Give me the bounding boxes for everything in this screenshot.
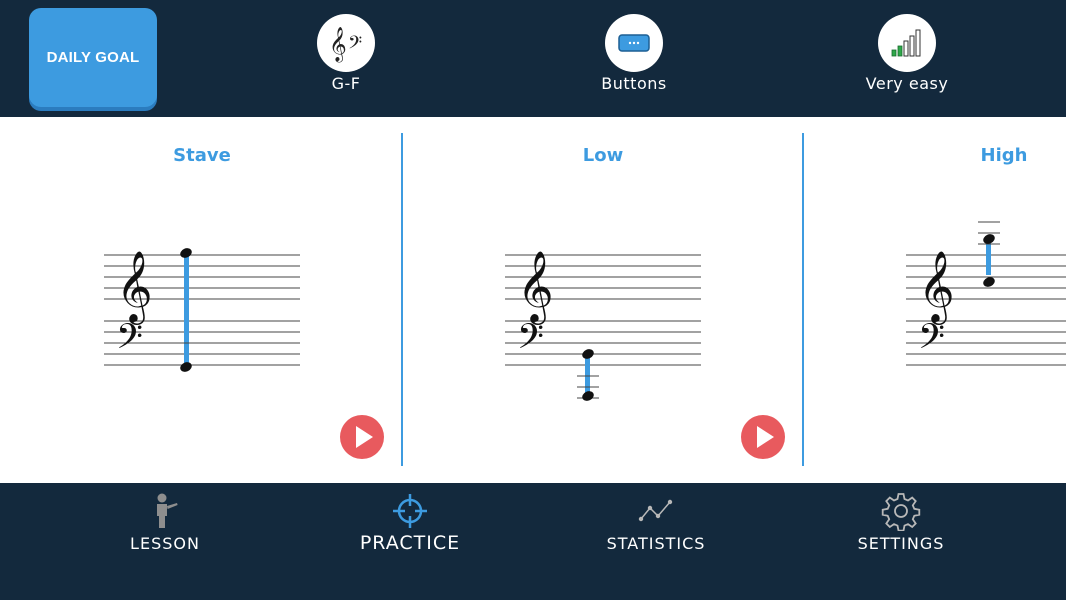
low-note-handle[interactable]: [179, 360, 194, 373]
nav-lesson[interactable]: LESSON: [85, 483, 245, 600]
difficulty-bars-icon: [878, 14, 936, 72]
difficulty-option[interactable]: Very easy: [827, 14, 987, 104]
panel-title-stave: Stave: [173, 145, 231, 166]
daily-goal-label: DAILY GOAL: [46, 49, 140, 66]
nav-label: SETTINGS: [857, 534, 945, 553]
daily-goal-button[interactable]: DAILY GOAL: [29, 8, 157, 107]
gear-icon: [881, 493, 921, 531]
high-note-handle[interactable]: [179, 246, 194, 259]
bass-clef-icon: 𝄢: [517, 316, 544, 365]
nav-settings[interactable]: SETTINGS: [821, 483, 981, 600]
high-note-handle[interactable]: [581, 347, 596, 360]
low-range-stave[interactable]: 𝄞 𝄢: [501, 237, 711, 417]
bottom-nav: LESSON PRACTICE STATISTICS SETTINGS: [0, 483, 1066, 600]
panel-title-high: High: [980, 145, 1028, 166]
clefs-icon: 𝄞 𝄢: [317, 14, 375, 72]
line-chart-icon: [638, 499, 673, 522]
stave-range-stave[interactable]: 𝄞 𝄢: [100, 237, 310, 377]
high-range-stave[interactable]: 𝄞 𝄢: [902, 211, 1066, 377]
bass-clef-icon: 𝄢: [116, 316, 143, 365]
bass-clef-icon: 𝄢: [918, 316, 945, 365]
range-panels: Stave 𝄞 𝄢 Low 𝄞 𝄢 High 𝄞 𝄢: [0, 117, 1066, 483]
input-mode-option[interactable]: Buttons: [554, 14, 714, 104]
treble-clef-icon: 𝄞: [918, 249, 955, 325]
range-bar: [184, 255, 189, 365]
treble-clef-icon: 𝄞: [517, 249, 554, 325]
range-bar: [585, 355, 590, 395]
panel-divider: [802, 133, 804, 466]
difficulty-label: Very easy: [865, 74, 949, 93]
play-icon: [356, 426, 373, 448]
panel-title-low: Low: [582, 145, 624, 166]
buttons-icon: [605, 14, 663, 72]
crosshair-icon: [393, 494, 427, 528]
clef-range-label: G-F: [331, 74, 361, 93]
svg-text:𝄢: 𝄢: [348, 33, 362, 58]
treble-clef-icon: 𝄞: [116, 249, 153, 325]
nav-statistics[interactable]: STATISTICS: [576, 483, 736, 600]
svg-text:𝄞: 𝄞: [329, 27, 347, 63]
teacher-icon: [157, 493, 178, 528]
nav-label: PRACTICE: [359, 532, 461, 554]
play-icon: [757, 426, 774, 448]
panel-divider: [401, 133, 403, 466]
low-note-handle[interactable]: [581, 389, 596, 402]
clef-range-option[interactable]: 𝄞 𝄢 G-F: [266, 14, 426, 104]
play-button-low[interactable]: [741, 415, 785, 459]
nav-label: LESSON: [130, 534, 200, 553]
nav-label: STATISTICS: [606, 534, 706, 553]
input-mode-label: Buttons: [601, 74, 667, 93]
top-bar: DAILY GOAL 𝄞 𝄢 G-F Buttons Very easy: [0, 0, 1066, 117]
play-button-stave[interactable]: [340, 415, 384, 459]
nav-practice[interactable]: PRACTICE: [330, 483, 490, 600]
range-bar: [986, 241, 991, 275]
